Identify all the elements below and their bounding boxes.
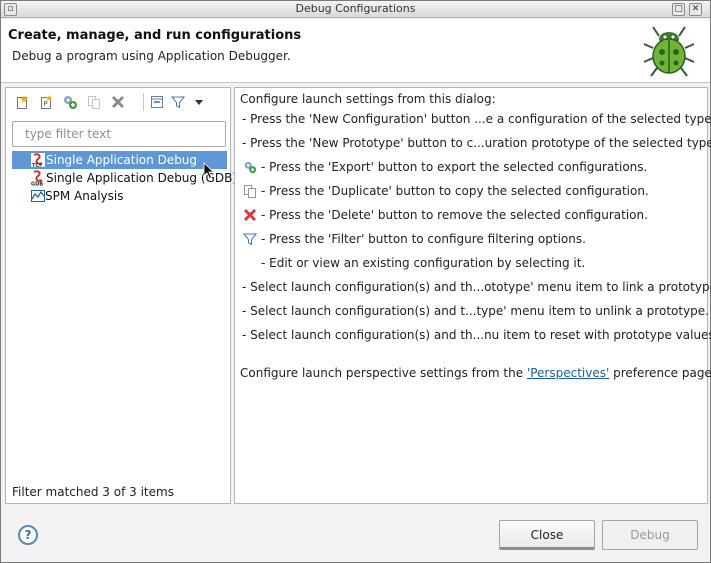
tree-item-single-application-debug[interactable]: TCF Single Application Debug xyxy=(12,151,227,169)
tree-item-single-application-debug-gdb[interactable]: GDB Single Application Debug (GDB) xyxy=(12,169,237,187)
new-configuration-icon xyxy=(17,95,28,109)
info-line-reset-prototype: - Select launch configuration(s) and th.… xyxy=(242,328,711,342)
svg-text:TCF: TCF xyxy=(32,163,43,168)
info-line-export: - Press the 'Export' button to export th… xyxy=(261,160,648,174)
header-subtitle: Debug a program using Application Debugg… xyxy=(12,49,291,63)
maximize-icon: ▢ xyxy=(674,4,683,14)
help-button[interactable]: ? xyxy=(18,525,38,545)
svg-text:GDB: GDB xyxy=(31,182,43,187)
gdb-launch-icon: GDB xyxy=(31,170,43,187)
help-info-panel: Configure launch settings from this dial… xyxy=(234,87,711,504)
duplicate-icon xyxy=(244,185,256,198)
duplicate-button[interactable] xyxy=(86,94,102,110)
launch-configurations-panel: P type filter text TCF Single Applicatio… xyxy=(5,87,237,504)
info-line-link-prototype: - Select launch configuration(s) and th.… xyxy=(242,280,711,294)
export-icon xyxy=(244,161,257,174)
dialog-header: Create, manage, and run configurations D… xyxy=(1,19,710,83)
tree-item-spm-analysis[interactable]: SPM Analysis xyxy=(12,187,226,205)
export-icon xyxy=(64,96,77,109)
perspective-settings-text: Configure launch perspective settings fr… xyxy=(240,366,711,380)
perspectives-link[interactable]: 'Perspectives' xyxy=(527,366,609,380)
close-window-button[interactable]: ✕ xyxy=(689,3,702,16)
filter-icon xyxy=(171,96,185,109)
new-configuration-button[interactable] xyxy=(14,94,30,110)
svg-text:P: P xyxy=(44,100,48,108)
title-bar[interactable]: ▫ Debug Configurations ▢ ✕ xyxy=(1,1,710,18)
info-line-filter: - Press the 'Filter' button to configure… xyxy=(261,232,586,246)
intro-text: Configure launch settings from this dial… xyxy=(240,92,496,106)
new-prototype-button[interactable]: P xyxy=(38,94,54,110)
tree-item-label: Single Application Debug xyxy=(46,153,198,167)
info-line-duplicate: - Press the 'Duplicate' button to copy t… xyxy=(261,184,649,198)
perspective-prefix: Configure launch perspective settings fr… xyxy=(240,366,527,380)
configurations-toolbar: P xyxy=(6,88,230,116)
configuration-tree: TCF Single Application Debug GDB Single … xyxy=(12,151,237,205)
window-title: Debug Configurations xyxy=(295,2,416,15)
close-icon: ✕ xyxy=(691,4,700,14)
debug-configurations-dialog: ▫ Debug Configurations ▢ ✕ Create, manag… xyxy=(0,0,711,563)
collapse-all-button[interactable] xyxy=(149,94,165,110)
filter-icon xyxy=(243,233,257,246)
collapse-all-icon xyxy=(151,96,163,108)
debug-button[interactable]: Debug xyxy=(602,520,698,550)
delete-button[interactable] xyxy=(110,94,126,110)
tcf-launch-icon: TCF xyxy=(31,153,45,168)
info-line-new-configuration: - Press the 'New Configuration' button .… xyxy=(242,112,711,126)
close-button[interactable]: Close xyxy=(499,520,595,550)
view-menu-icon xyxy=(195,100,203,105)
view-menu-button[interactable] xyxy=(191,94,207,110)
filter-button[interactable] xyxy=(170,94,186,110)
filter-input[interactable] xyxy=(12,121,226,147)
toolbar-separator xyxy=(143,93,144,111)
spm-analysis-icon xyxy=(31,190,45,202)
maximize-button[interactable]: ▢ xyxy=(672,3,685,16)
export-button[interactable] xyxy=(62,94,78,110)
mouse-cursor-icon xyxy=(203,162,215,180)
tree-item-label: SPM Analysis xyxy=(45,189,124,203)
new-prototype-icon: P xyxy=(41,95,52,109)
delete-icon xyxy=(111,95,125,109)
info-line-delete: - Press the 'Delete' button to remove th… xyxy=(261,208,648,222)
bug-icon xyxy=(643,26,695,77)
perspective-suffix: preference page. xyxy=(609,366,711,380)
delete-icon xyxy=(243,208,257,222)
duplicate-icon xyxy=(88,96,100,109)
header-title: Create, manage, and run configurations xyxy=(8,28,302,43)
info-line-new-prototype: - Press the 'New Prototype' button to c.… xyxy=(242,136,711,150)
help-icon: ? xyxy=(24,528,32,542)
info-line-edit: - Edit or view an existing configuration… xyxy=(261,256,586,270)
info-line-unlink-prototype: - Select launch configuration(s) and t..… xyxy=(242,304,709,318)
filter-status: Filter matched 3 of 3 items xyxy=(12,485,174,499)
